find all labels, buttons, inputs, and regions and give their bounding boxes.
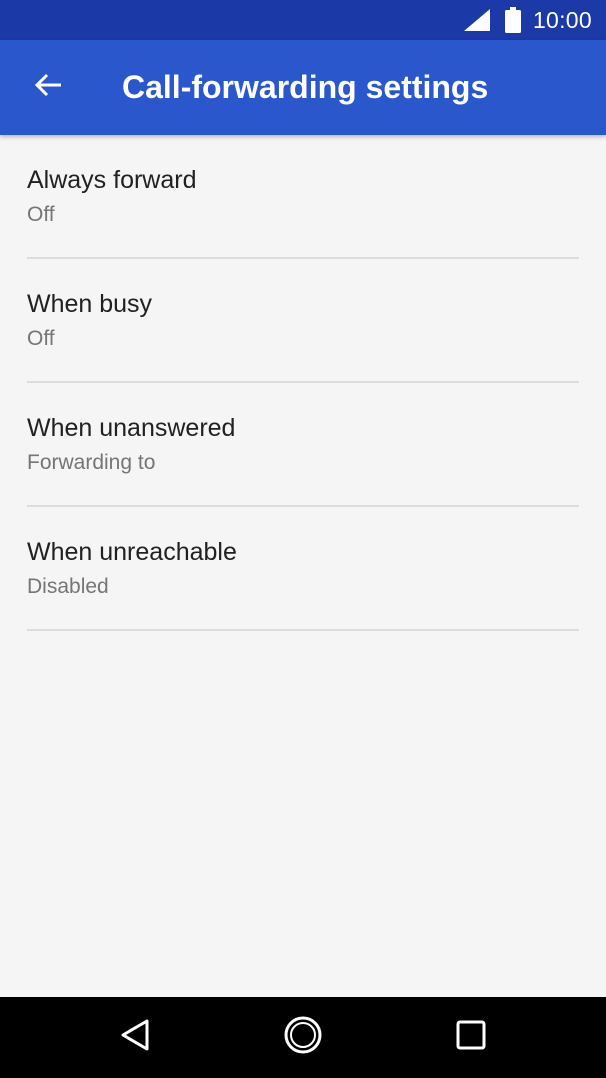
recents-square-icon [456, 1020, 486, 1055]
setting-summary: Off [27, 203, 55, 226]
status-time: 10:00 [532, 6, 592, 33]
back-button[interactable] [0, 40, 96, 135]
app-bar: Call-forwarding settings [0, 40, 606, 135]
setting-when-unanswered[interactable]: When unanswered Forwarding to [0, 383, 606, 507]
setting-title: When unreachable [27, 538, 237, 566]
home-circle-icon [283, 1015, 323, 1060]
status-bar: 10:00 [0, 0, 606, 40]
setting-when-unreachable[interactable]: When unreachable Disabled [0, 507, 606, 631]
setting-summary: Off [27, 327, 55, 350]
nav-recents-button[interactable] [416, 997, 526, 1078]
navigation-bar [0, 997, 606, 1078]
divider [27, 629, 579, 631]
setting-when-busy[interactable]: When busy Off [0, 259, 606, 383]
signal-icon [463, 8, 491, 32]
page-title: Call-forwarding settings [122, 69, 489, 105]
setting-summary: Forwarding to [27, 451, 156, 474]
setting-title: When busy [27, 290, 153, 318]
nav-home-button[interactable] [248, 997, 358, 1078]
nav-back-button[interactable] [80, 997, 190, 1078]
setting-title: Always forward [27, 166, 197, 194]
settings-list: Always forward Off When busy Off When un… [0, 135, 606, 631]
back-triangle-icon [120, 1018, 150, 1057]
setting-title: When unanswered [27, 414, 236, 442]
setting-summary: Disabled [27, 575, 109, 598]
battery-icon [504, 7, 521, 33]
arrow-back-icon [34, 73, 62, 102]
setting-always-forward[interactable]: Always forward Off [0, 135, 606, 259]
